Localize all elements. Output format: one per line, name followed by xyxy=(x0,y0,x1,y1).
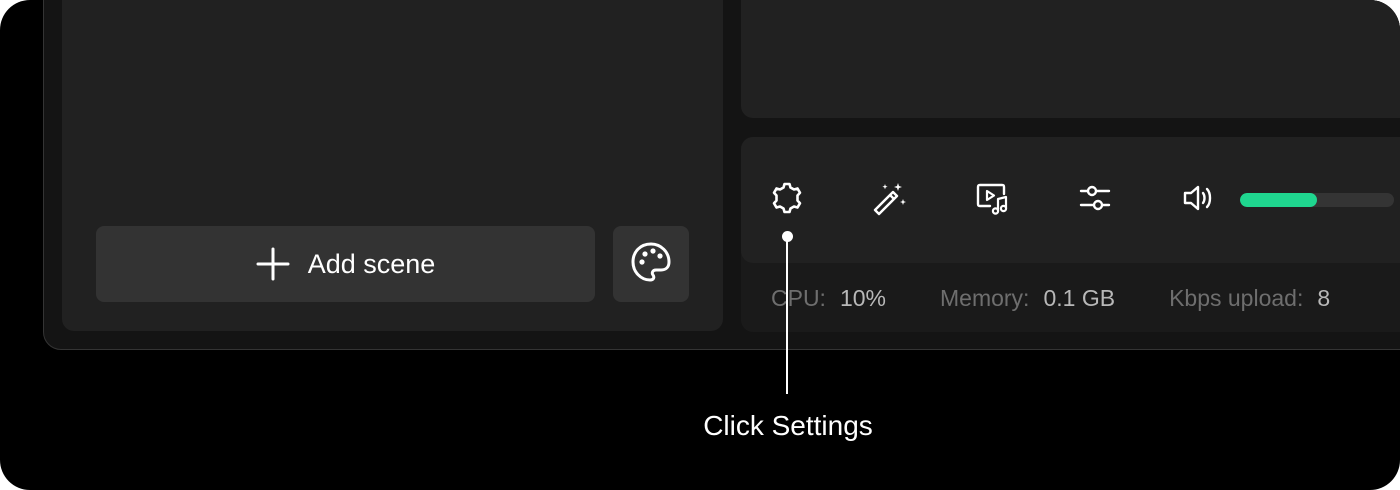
preview-panel xyxy=(741,0,1400,118)
magic-wand-icon xyxy=(871,180,907,221)
volume-button[interactable] xyxy=(1178,180,1218,220)
cpu-value: 10% xyxy=(839,284,886,311)
studio-mode-button[interactable] xyxy=(869,180,909,220)
add-scene-button[interactable]: Add scene xyxy=(96,226,595,302)
speaker-icon xyxy=(1180,180,1216,221)
palette-icon xyxy=(629,240,673,289)
sliders-icon xyxy=(1077,180,1113,221)
cpu-label: CPU: xyxy=(771,284,826,311)
performance-stats: CPU: 10% Memory: 0.1 GB Kbps upload: 8 xyxy=(771,283,1384,313)
adjustments-button[interactable] xyxy=(1075,180,1115,220)
upload-label: Kbps upload: xyxy=(1169,284,1304,311)
volume-slider[interactable] xyxy=(1240,193,1394,207)
media-play-music-icon xyxy=(974,180,1010,221)
screenshot-frame: Add scene CPU: 10% Memory: 0.1 GB Kbps u… xyxy=(0,0,1400,490)
callout-line xyxy=(786,236,788,394)
callout-text: Click Settings xyxy=(703,410,873,441)
memory-value: 0.1 GB xyxy=(1043,284,1116,311)
volume-slider-fill xyxy=(1240,193,1317,207)
callout-dot xyxy=(782,231,793,242)
add-scene-label: Add scene xyxy=(307,248,436,279)
plus-icon xyxy=(256,247,290,281)
theme-palette-button[interactable] xyxy=(613,226,689,302)
gear-icon xyxy=(769,180,805,221)
settings-button[interactable] xyxy=(767,180,807,220)
upload-value: 8 xyxy=(1317,284,1331,311)
media-button[interactable] xyxy=(972,180,1012,220)
memory-label: Memory: xyxy=(940,284,1030,311)
